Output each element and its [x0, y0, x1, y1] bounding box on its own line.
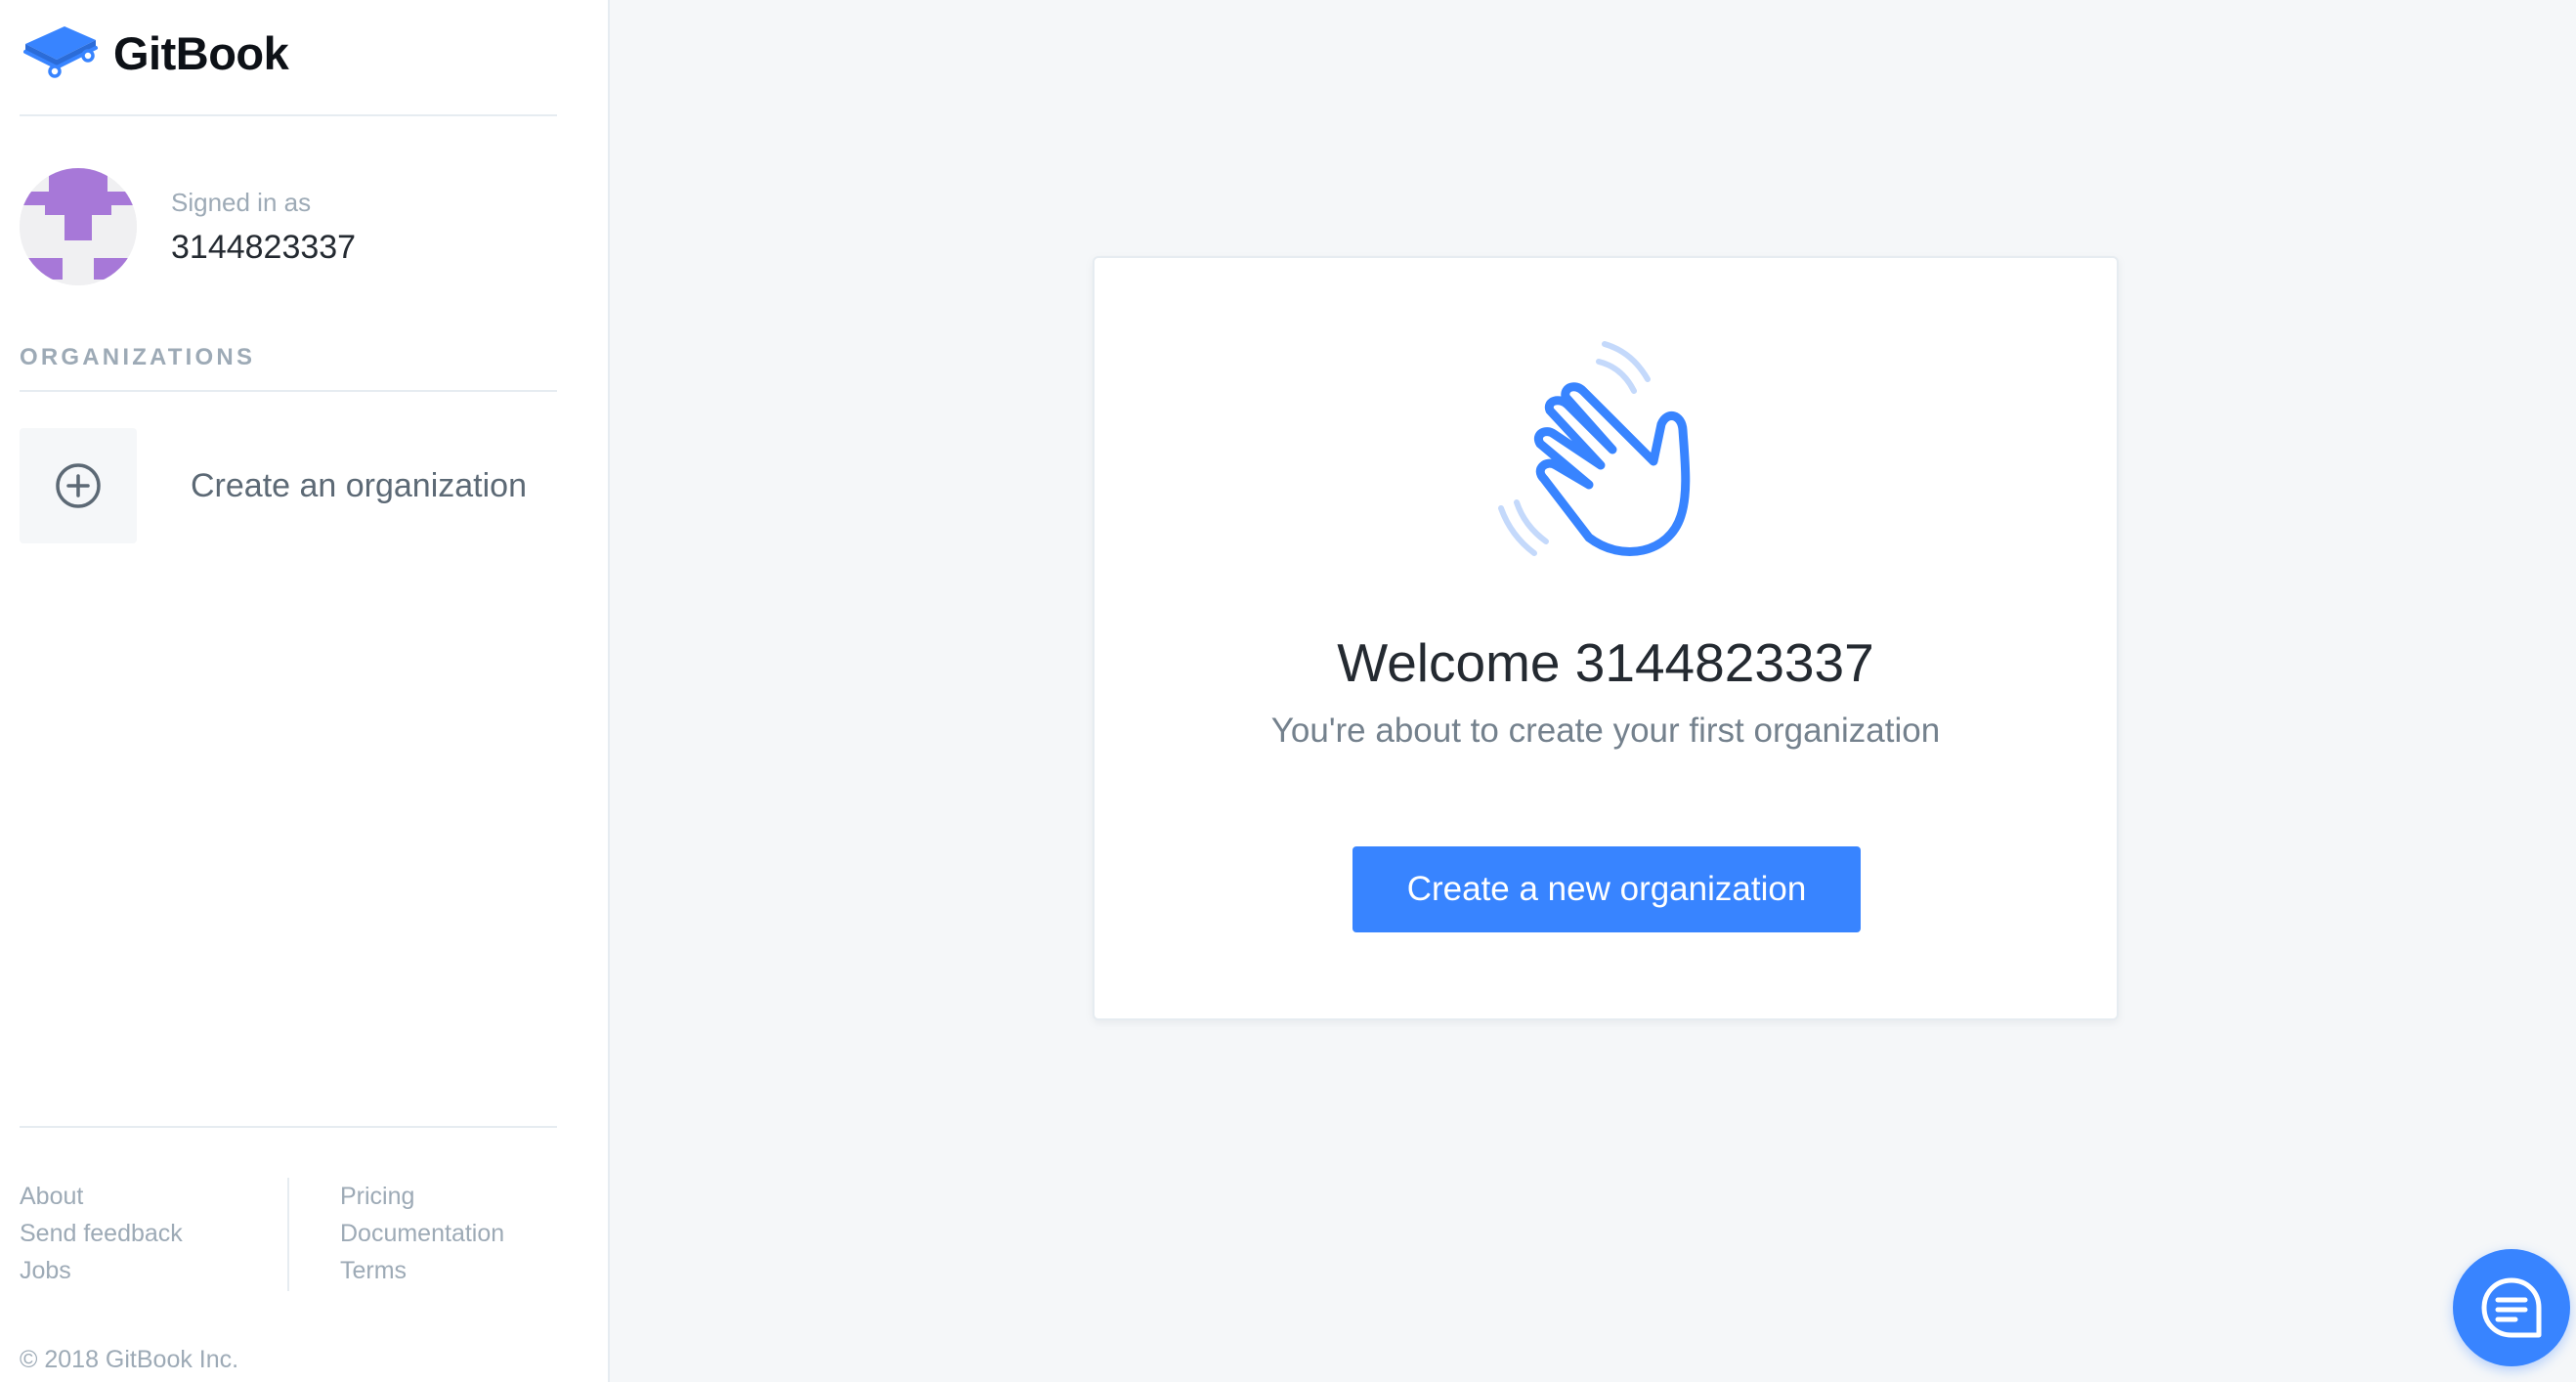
signed-in-username: 3144823337: [171, 229, 357, 266]
welcome-title: Welcome 3144823337: [1337, 632, 1874, 693]
chat-bubble-icon: [2481, 1277, 2542, 1338]
footer-divider: [287, 1178, 289, 1291]
organizations-heading: ORGANIZATIONS: [20, 344, 256, 370]
brand-name: GitBook: [113, 26, 289, 79]
footer-links-left: About Send feedback Jobs: [20, 1178, 183, 1289]
footer-link-jobs[interactable]: Jobs: [20, 1252, 183, 1289]
plus-circle-icon: [56, 463, 101, 508]
footer-links-right: Pricing Documentation Terms: [340, 1178, 504, 1289]
gitbook-book-icon: [23, 26, 98, 78]
footer-link-pricing[interactable]: Pricing: [340, 1178, 504, 1215]
create-organization-item[interactable]: Create an organization: [20, 428, 557, 543]
create-organization-label: Create an organization: [191, 466, 528, 504]
create-organization-icon-box: [20, 428, 137, 543]
avatar[interactable]: [20, 168, 137, 285]
divider: [20, 390, 557, 392]
footer-link-terms[interactable]: Terms: [340, 1252, 504, 1289]
identicon-avatar: [20, 168, 137, 285]
chat-support-button[interactable]: [2453, 1249, 2570, 1366]
sidebar: GitBook Signed in as 3144823337 ORGANIZA…: [0, 0, 610, 1382]
waving-hand-icon: [1498, 341, 1691, 556]
brand[interactable]: GitBook: [20, 22, 289, 84]
create-new-organization-button[interactable]: Create a new organization: [1352, 846, 1861, 932]
footer-link-documentation[interactable]: Documentation: [340, 1215, 504, 1252]
footer-link-about[interactable]: About: [20, 1178, 183, 1215]
welcome-subtitle: You're about to create your first organi…: [1270, 712, 1941, 750]
footer-link-send-feedback[interactable]: Send feedback: [20, 1215, 183, 1252]
divider: [20, 1126, 557, 1128]
copyright: © 2018 GitBook Inc.: [20, 1346, 239, 1373]
signed-in-label: Signed in as: [171, 188, 312, 217]
divider: [20, 114, 557, 116]
